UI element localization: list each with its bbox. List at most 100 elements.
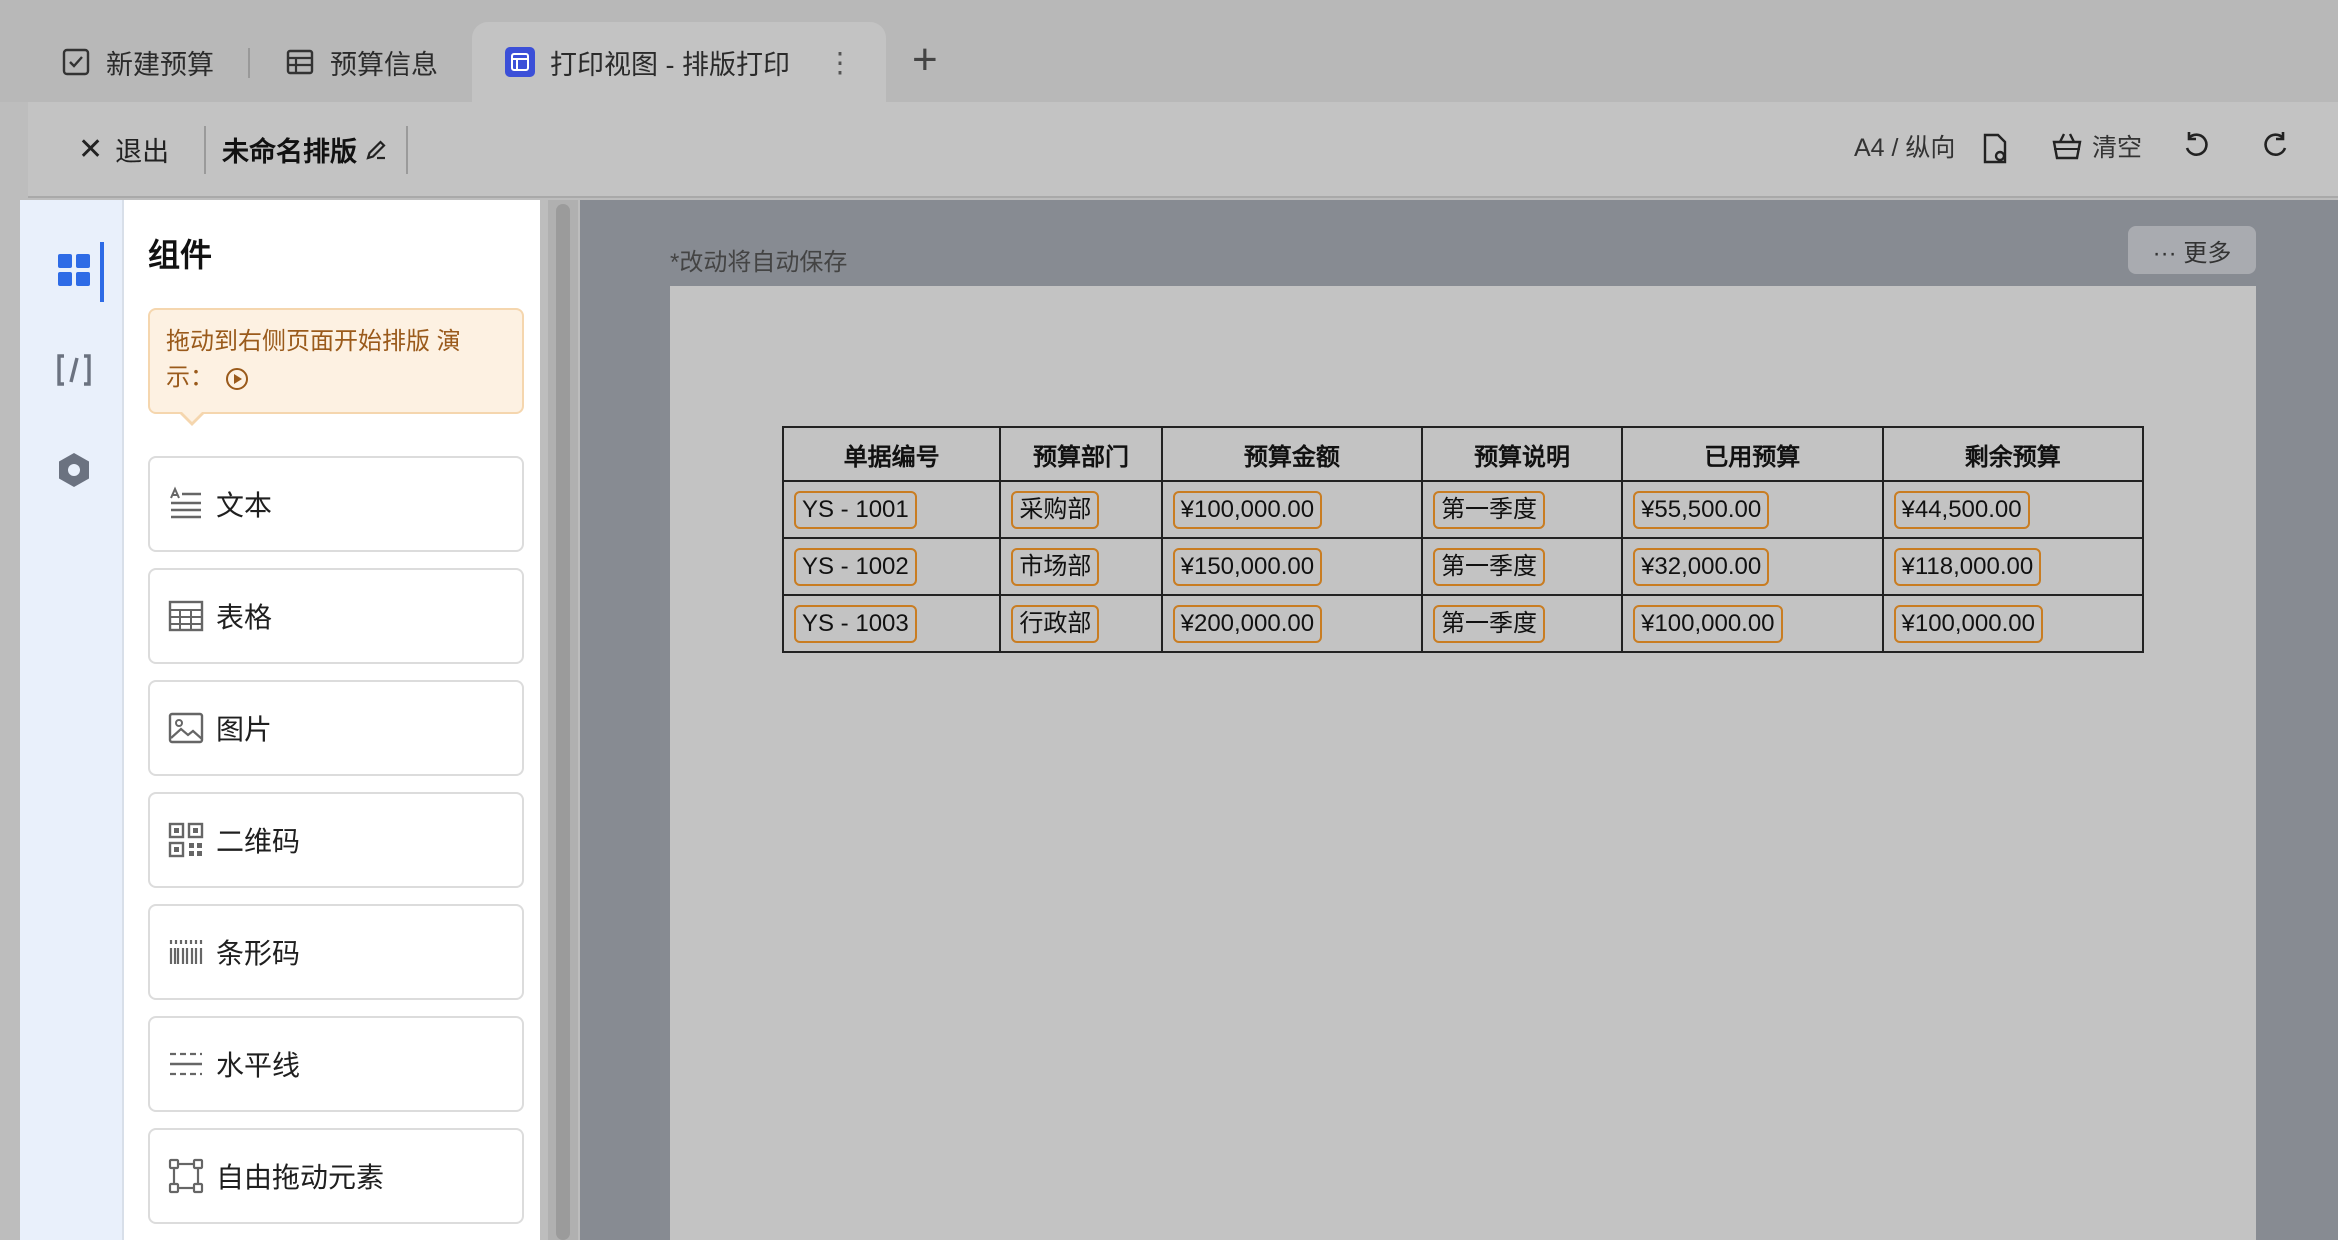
field-tag[interactable]: 第一季度 <box>1433 547 1546 586</box>
field-tag[interactable]: ¥118,000.00 <box>1893 547 2042 586</box>
table-cell[interactable]: ¥100,000.00 <box>1160 480 1424 539</box>
field-tag[interactable]: ¥32,000.00 <box>1633 547 1770 586</box>
play-demo-icon[interactable] <box>226 367 248 390</box>
column-header: 已用预算 <box>1621 426 1884 482</box>
clear-button[interactable]: 清空 <box>2050 128 2142 164</box>
toolbar-divider <box>204 126 206 174</box>
table-cell[interactable]: ¥150,000.00 <box>1160 537 1424 596</box>
field-tag[interactable]: ¥100,000.00 <box>1633 604 1783 643</box>
table-cell[interactable]: YS - 1002 <box>781 537 1002 596</box>
table-cell[interactable]: ¥100,000.00 <box>1621 594 1884 653</box>
add-tab-button[interactable]: + <box>912 38 938 82</box>
tab-label: 打印视图 - 排版打印 <box>550 49 790 80</box>
rail-settings[interactable] <box>54 450 94 490</box>
component-label: 自由拖动元素 <box>216 1162 385 1193</box>
field-tag[interactable]: 市场部 <box>1011 547 1100 586</box>
column-header: 剩余预算 <box>1881 426 2144 482</box>
field-tag[interactable]: ¥55,500.00 <box>1633 490 1770 529</box>
panel-scrollbar-thumb[interactable] <box>556 204 570 1240</box>
budget-table[interactable]: 单据编号 预算部门 预算金额 预算说明 已用预算 剩余预算 YS - 1001 … <box>781 426 2144 653</box>
document-title-text: 未命名排版 <box>222 137 357 167</box>
component-text[interactable]: 文本 <box>148 456 524 552</box>
more-button[interactable]: ··· 更多 <box>2128 226 2256 274</box>
field-tag[interactable]: 行政部 <box>1011 604 1100 643</box>
component-label: 图片 <box>216 714 273 745</box>
table-cell[interactable]: ¥200,000.00 <box>1160 594 1424 653</box>
tab-print-view[interactable]: 打印视图 - 排版打印 ⋮ <box>472 22 886 102</box>
table-cell[interactable]: 第一季度 <box>1421 480 1624 539</box>
table-cell[interactable]: 采购部 <box>999 480 1163 539</box>
image-icon <box>168 712 204 744</box>
component-free-drag[interactable]: 自由拖动元素 <box>148 1128 524 1224</box>
table-header-row: 单据编号 预算部门 预算金额 预算说明 已用预算 剩余预算 <box>781 426 2144 482</box>
undo-button[interactable] <box>2180 128 2214 162</box>
table-cell[interactable]: 行政部 <box>999 594 1163 653</box>
field-tag[interactable]: ¥150,000.00 <box>1172 547 1323 586</box>
toolbar: ✕ 退出 未命名排版 A4 / 纵向 清空 <box>28 102 2338 198</box>
edit-icon[interactable] <box>363 137 389 163</box>
table-cell[interactable]: ¥118,000.00 <box>1881 537 2144 596</box>
print-page[interactable]: 单据编号 预算部门 预算金额 预算说明 已用预算 剩余预算 YS - 1001 … <box>670 286 2256 1240</box>
drag-tip: 拖动到右侧页面开始排版 演示： <box>148 308 524 414</box>
table-cell[interactable]: ¥32,000.00 <box>1621 537 1884 596</box>
component-qrcode[interactable]: 二维码 <box>148 792 524 888</box>
undo-icon <box>2185 132 2208 156</box>
field-tag[interactable]: 第一季度 <box>1433 490 1546 529</box>
page-settings-button[interactable] <box>1978 132 2012 166</box>
field-tag[interactable]: YS - 1002 <box>794 547 917 586</box>
column-header: 预算说明 <box>1421 426 1624 482</box>
field-tag[interactable]: YS - 1001 <box>794 490 917 529</box>
component-horizontal-line[interactable]: 水平线 <box>148 1016 524 1112</box>
component-image[interactable]: 图片 <box>148 680 524 776</box>
exit-label: 退出 <box>115 137 170 167</box>
table-cell[interactable]: YS - 1001 <box>781 480 1002 539</box>
field-tag[interactable]: ¥44,500.00 <box>1893 490 2030 529</box>
column-header: 单据编号 <box>781 426 1002 482</box>
exit-button[interactable]: ✕ 退出 <box>78 130 169 169</box>
rail-components[interactable] <box>54 250 94 290</box>
rail-active-indicator <box>100 242 104 302</box>
tab-label: 预算信息 <box>330 49 438 80</box>
document-title[interactable]: 未命名排版 <box>222 130 389 169</box>
text-icon <box>170 486 201 519</box>
sidebar-rail <box>20 200 124 1240</box>
table-cell[interactable]: YS - 1003 <box>781 594 1002 653</box>
field-tag[interactable]: ¥200,000.00 <box>1172 604 1323 643</box>
table-cell[interactable]: ¥100,000.00 <box>1881 594 2144 653</box>
redo-button[interactable] <box>2258 128 2292 162</box>
field-tag[interactable]: ¥100,000.00 <box>1172 490 1323 529</box>
barcode-icon <box>169 940 203 964</box>
component-label: 二维码 <box>216 826 301 857</box>
checkbox-icon <box>60 46 92 78</box>
table-cell[interactable]: 第一季度 <box>1421 594 1624 653</box>
field-tag[interactable]: 第一季度 <box>1433 604 1546 643</box>
clear-label: 清空 <box>2092 134 2143 162</box>
rail-variables[interactable] <box>54 350 94 390</box>
field-tag[interactable]: ¥100,000.00 <box>1893 604 2043 643</box>
basket-icon <box>2052 133 2082 160</box>
field-tag[interactable]: YS - 1003 <box>794 604 917 643</box>
table-cell[interactable]: 第一季度 <box>1421 537 1624 596</box>
free-drag-icon <box>168 1158 204 1194</box>
table-cell[interactable]: ¥55,500.00 <box>1621 480 1884 539</box>
tab-divider <box>248 48 250 78</box>
component-table[interactable]: 表格 <box>148 568 524 664</box>
tab-more-icon[interactable]: ⋮ <box>826 46 854 79</box>
panel-title: 组件 <box>148 237 213 273</box>
field-tag[interactable]: 采购部 <box>1011 490 1100 529</box>
component-label: 水平线 <box>216 1050 301 1081</box>
tab-budget-info[interactable]: 预算信息 <box>284 22 438 102</box>
close-icon: ✕ <box>78 133 104 166</box>
component-label: 表格 <box>216 602 273 633</box>
tab-new-budget[interactable]: 新建预算 <box>60 22 214 102</box>
column-header: 预算部门 <box>999 426 1163 482</box>
table-cell[interactable]: ¥44,500.00 <box>1881 480 2144 539</box>
table-row: YS - 1002 市场部 ¥150,000.00 第一季度 ¥32,000.0… <box>781 537 2144 596</box>
component-barcode[interactable]: 条形码 <box>148 904 524 1000</box>
component-label: 文本 <box>216 490 273 521</box>
table-cell[interactable]: 市场部 <box>999 537 1163 596</box>
tab-bar: 新建预算 预算信息 打印视图 - 排版打印 ⋮ + <box>0 0 2338 102</box>
components-panel: 组件 拖动到右侧页面开始排版 演示： 文本 表格 图片 二维码 条形码 水平线 … <box>124 200 540 1240</box>
paper-setting[interactable]: A4 / 纵向 <box>1854 128 1955 164</box>
layout-icon <box>504 46 536 78</box>
